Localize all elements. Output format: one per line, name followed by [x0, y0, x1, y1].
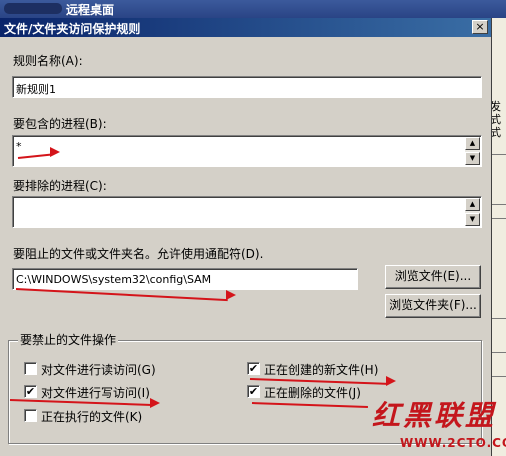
delete-label: 正在删除的文件(J) [264, 386, 361, 400]
remote-desktop-logo-icon [4, 3, 62, 14]
scroll-up-icon[interactable]: ▲ [465, 137, 480, 150]
exclude-processes-label: 要排除的进程(C): [13, 179, 107, 193]
rule-dialog: 文件/文件夹访问保护规则 × 规则名称(A): 新规则1 要包含的进程(B): … [0, 18, 492, 456]
write-checkbox[interactable]: ✔ [24, 385, 37, 398]
rule-name-input[interactable]: 新规则1 [12, 76, 482, 98]
background-window-text: 发 式 式 [490, 100, 501, 139]
read-checkbox[interactable] [24, 362, 37, 375]
create-checkbox[interactable]: ✔ [247, 362, 260, 375]
write-label: 对文件进行写访问(I) [41, 386, 150, 400]
annotation-arrow-head [150, 398, 160, 408]
exec-label: 正在执行的文件(K) [41, 410, 143, 424]
browse-folder-button[interactable]: 浏览文件夹(F)... [385, 294, 481, 318]
watermark-url: WWW.2CTO.COM [400, 436, 506, 450]
close-icon: × [475, 20, 485, 33]
delete-checkbox[interactable]: ✔ [247, 385, 260, 398]
annotation-arrow-head [386, 376, 396, 386]
check-icon: ✔ [248, 385, 259, 398]
browse-file-button[interactable]: 浏览文件(E)... [385, 265, 481, 289]
block-path-input[interactable]: C:\WINDOWS\system32\config\SAM [12, 268, 358, 290]
annotation-arrow-head [50, 147, 60, 157]
close-button[interactable]: × [472, 20, 488, 34]
rule-name-label: 规则名称(A): [13, 54, 83, 68]
scroll-down-icon[interactable]: ▼ [465, 152, 480, 165]
include-scrollbar[interactable]: ▲ ▼ [465, 137, 480, 165]
watermark: 红黑联盟 WWW.2CTO.COM [368, 394, 506, 456]
include-processes-label: 要包含的进程(B): [13, 117, 107, 131]
watermark-text-cn: 红黑联盟 [372, 399, 497, 432]
read-label: 对文件进行读访问(G) [41, 363, 156, 377]
remote-desktop-title: 远程桌面 [66, 3, 115, 17]
file-ops-title: 要禁止的文件操作 [18, 331, 119, 348]
annotation-arrow-head [226, 290, 236, 300]
exclude-processes-input[interactable]: ▲ ▼ [12, 196, 482, 228]
block-path-value: C:\WINDOWS\system32\config\SAM [16, 273, 212, 286]
rule-name-value: 新规则1 [16, 83, 56, 96]
scroll-up-icon[interactable]: ▲ [465, 198, 480, 211]
exclude-scrollbar[interactable]: ▲ ▼ [465, 198, 480, 226]
include-processes-value: * [16, 140, 22, 153]
dialog-titlebar[interactable]: 文件/文件夹访问保护规则 × [0, 18, 491, 37]
create-label: 正在创建的新文件(H) [264, 363, 379, 377]
check-icon: ✔ [248, 362, 259, 375]
scroll-down-icon[interactable]: ▼ [465, 213, 480, 226]
remote-desktop-bar: 远程桌面 [0, 0, 506, 18]
dialog-title: 文件/文件夹访问保护规则 [4, 22, 141, 36]
include-processes-input[interactable]: * ▲ ▼ [12, 135, 482, 167]
block-path-label: 要阻止的文件或文件夹名。允许使用通配符(D). [13, 247, 264, 261]
check-icon: ✔ [25, 385, 36, 398]
exec-checkbox[interactable] [24, 409, 37, 422]
